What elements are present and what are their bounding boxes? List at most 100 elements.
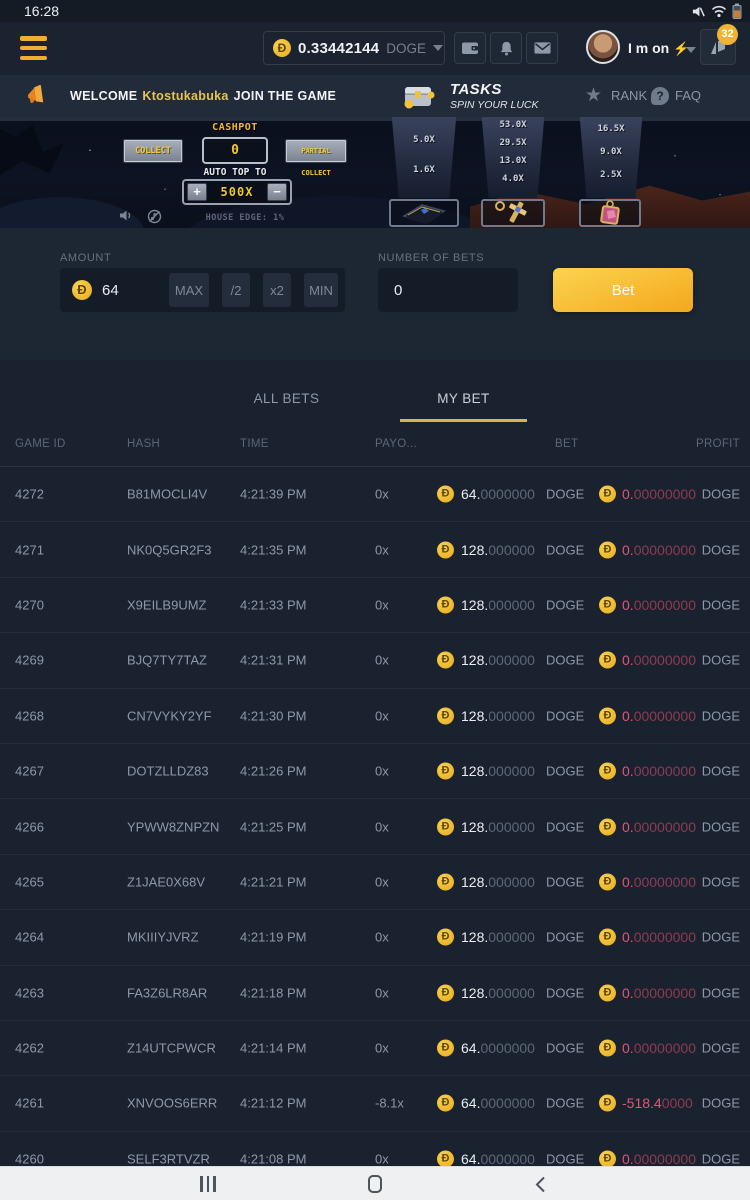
clock: 16:28 xyxy=(24,3,59,19)
cell-profit-amount: 0.00000000 xyxy=(622,708,696,724)
avatar[interactable] xyxy=(586,30,620,64)
table-row[interactable]: 4266 YPWW8ZNPZN 4:21:25 PM 0x Ð 128.0000… xyxy=(0,799,750,854)
doge-coin-icon: Ð xyxy=(437,541,454,558)
cell-payout: 0x xyxy=(375,597,389,612)
cell-profit-amount: 0.00000000 xyxy=(622,819,696,835)
battery-icon xyxy=(732,3,742,19)
number-of-bets-input[interactable] xyxy=(394,282,502,299)
cell-profit-currency: DOGE xyxy=(702,487,740,502)
doge-coin-icon: Ð xyxy=(437,596,454,613)
max-button[interactable]: MAX xyxy=(169,273,209,307)
cell-bet-amount: 128.000000 xyxy=(461,708,535,724)
welcome-banner: WELCOME Ktostukabuka JOIN THE GAME TASKS… xyxy=(0,75,750,117)
col-bet: BET xyxy=(555,438,578,450)
cell-profit-amount: 0.00000000 xyxy=(622,652,696,668)
cell-profit-currency: DOGE xyxy=(702,764,740,779)
bet-button[interactable]: Bet xyxy=(553,268,693,312)
cell-time: 4:21:18 PM xyxy=(240,985,307,1000)
cell-payout: 0x xyxy=(375,1151,389,1166)
amount-input[interactable] xyxy=(102,282,156,299)
treasure-chest-icon[interactable] xyxy=(400,80,438,113)
balance-currency: DOGE xyxy=(386,41,426,56)
multiplier-label: 1.6X xyxy=(413,165,435,175)
item-slot-cross[interactable] xyxy=(481,199,545,227)
cell-payout: 0x xyxy=(375,874,389,889)
item-slot-book[interactable] xyxy=(389,199,459,227)
table-row[interactable]: 4271 NK0Q5GR2F3 4:21:35 PM 0x Ð 128.0000… xyxy=(0,522,750,577)
table-row[interactable]: 4261 XNVOOS6ERR 4:21:12 PM -8.1x Ð 64.00… xyxy=(0,1076,750,1131)
balance-dropdown[interactable]: Ð 0.33442144 DOGE xyxy=(263,31,445,65)
table-row[interactable]: 4260 SELF3RTVZR 4:21:08 PM 0x Ð 64.00000… xyxy=(0,1132,750,1166)
auto-top-stepper: + 500X − xyxy=(182,179,292,205)
chevron-down-icon[interactable] xyxy=(686,47,696,53)
cell-profit-amount: 0.00000000 xyxy=(622,763,696,779)
cell-payout: 0x xyxy=(375,819,389,834)
messages-button[interactable] xyxy=(526,32,558,64)
table-row[interactable]: 4262 Z14UTCPWCR 4:21:14 PM 0x Ð 64.00000… xyxy=(0,1021,750,1076)
table-row[interactable]: 4272 B81MOCLI4V 4:21:39 PM 0x Ð 64.00000… xyxy=(0,467,750,522)
doge-coin-icon: Ð xyxy=(599,707,616,724)
min-button[interactable]: MIN xyxy=(304,273,338,307)
table-row[interactable]: 4269 BJQ7TY7TAZ 4:21:31 PM 0x Ð 128.0000… xyxy=(0,633,750,688)
doge-coin-icon: Ð xyxy=(72,280,92,300)
tab-all-bets[interactable]: ALL BETS xyxy=(223,391,350,422)
back-button[interactable] xyxy=(535,1176,546,1193)
table-row[interactable]: 4268 CN7VYKY2YF 4:21:30 PM 0x Ð 128.0000… xyxy=(0,689,750,744)
cell-time: 4:21:35 PM xyxy=(240,542,307,557)
status-icons xyxy=(691,3,742,19)
cell-hash: BJQ7TY7TAZ xyxy=(127,653,207,668)
music-off-icon[interactable] xyxy=(147,209,162,224)
doge-coin-icon: Ð xyxy=(437,1040,454,1057)
sound-icon[interactable] xyxy=(119,209,133,222)
cross-icon xyxy=(491,200,535,226)
welcome-message: WELCOME Ktostukabuka JOIN THE GAME xyxy=(70,75,336,117)
table-row[interactable]: 4264 MKIIIYJVRZ 4:21:19 PM 0x Ð 128.0000… xyxy=(0,910,750,965)
notifications-button[interactable] xyxy=(490,32,522,64)
recents-button[interactable] xyxy=(200,1176,216,1192)
cell-payout: 0x xyxy=(375,1041,389,1056)
cell-bet-amount: 128.000000 xyxy=(461,985,535,1001)
home-button[interactable] xyxy=(368,1175,382,1193)
cell-bet-amount: 128.000000 xyxy=(461,929,535,945)
cell-bet-currency: DOGE xyxy=(546,1041,584,1056)
cell-bet-currency: DOGE xyxy=(546,653,584,668)
cell-game-id: 4268 xyxy=(15,708,44,723)
cell-time: 4:21:08 PM xyxy=(240,1151,307,1166)
cell-bet-amount: 128.000000 xyxy=(461,597,535,613)
cell-bet-currency: DOGE xyxy=(546,764,584,779)
menu-icon[interactable] xyxy=(20,36,47,60)
cell-profit-currency: DOGE xyxy=(702,708,740,723)
cell-game-id: 4264 xyxy=(15,930,44,945)
wifi-icon xyxy=(711,4,727,18)
doge-coin-icon: Ð xyxy=(437,707,454,724)
cell-time: 4:21:33 PM xyxy=(240,597,307,612)
faq-link[interactable]: FAQ xyxy=(675,88,701,103)
cell-bet-currency: DOGE xyxy=(546,874,584,889)
multiplier-label: 16.5X xyxy=(597,124,624,134)
cell-time: 4:21:25 PM xyxy=(240,819,307,834)
user-menu[interactable]: I m on ⚡ xyxy=(628,40,689,57)
cell-profit-currency: DOGE xyxy=(702,985,740,1000)
doge-coin-icon: Ð xyxy=(437,1150,454,1166)
wallet-button[interactable] xyxy=(454,32,486,64)
double-button[interactable]: x2 xyxy=(263,273,291,307)
table-row[interactable]: 4263 FA3Z6LR8AR 4:21:18 PM 0x Ð 128.0000… xyxy=(0,966,750,1021)
doge-coin-icon: Ð xyxy=(599,596,616,613)
item-slot-amulet[interactable] xyxy=(579,199,641,227)
minus-button[interactable]: − xyxy=(267,183,287,201)
cell-payout: 0x xyxy=(375,487,389,502)
collect-button[interactable]: COLLECT xyxy=(123,139,183,163)
partial-collect-button[interactable]: PARTIAL COLLECT xyxy=(285,139,347,163)
tasks-title[interactable]: TASKS xyxy=(450,81,502,98)
half-button[interactable]: /2 xyxy=(222,273,250,307)
cell-hash: NK0Q5GR2F3 xyxy=(127,542,212,557)
cell-payout: 0x xyxy=(375,985,389,1000)
tower-1-multipliers: 5.0X1.6X xyxy=(389,117,459,175)
table-row[interactable]: 4270 X9EILB9UMZ 4:21:33 PM 0x Ð 128.0000… xyxy=(0,578,750,633)
doge-coin-icon: Ð xyxy=(599,818,616,835)
table-row[interactable]: 4265 Z1JAE0X68V 4:21:21 PM 0x Ð 128.0000… xyxy=(0,855,750,910)
rank-link[interactable]: RANK xyxy=(611,88,647,103)
doge-coin-icon: Ð xyxy=(599,1095,616,1112)
table-row[interactable]: 4267 DOTZLLDZ83 4:21:26 PM 0x Ð 128.0000… xyxy=(0,744,750,799)
tab-my-bet[interactable]: MY BET xyxy=(400,391,527,422)
